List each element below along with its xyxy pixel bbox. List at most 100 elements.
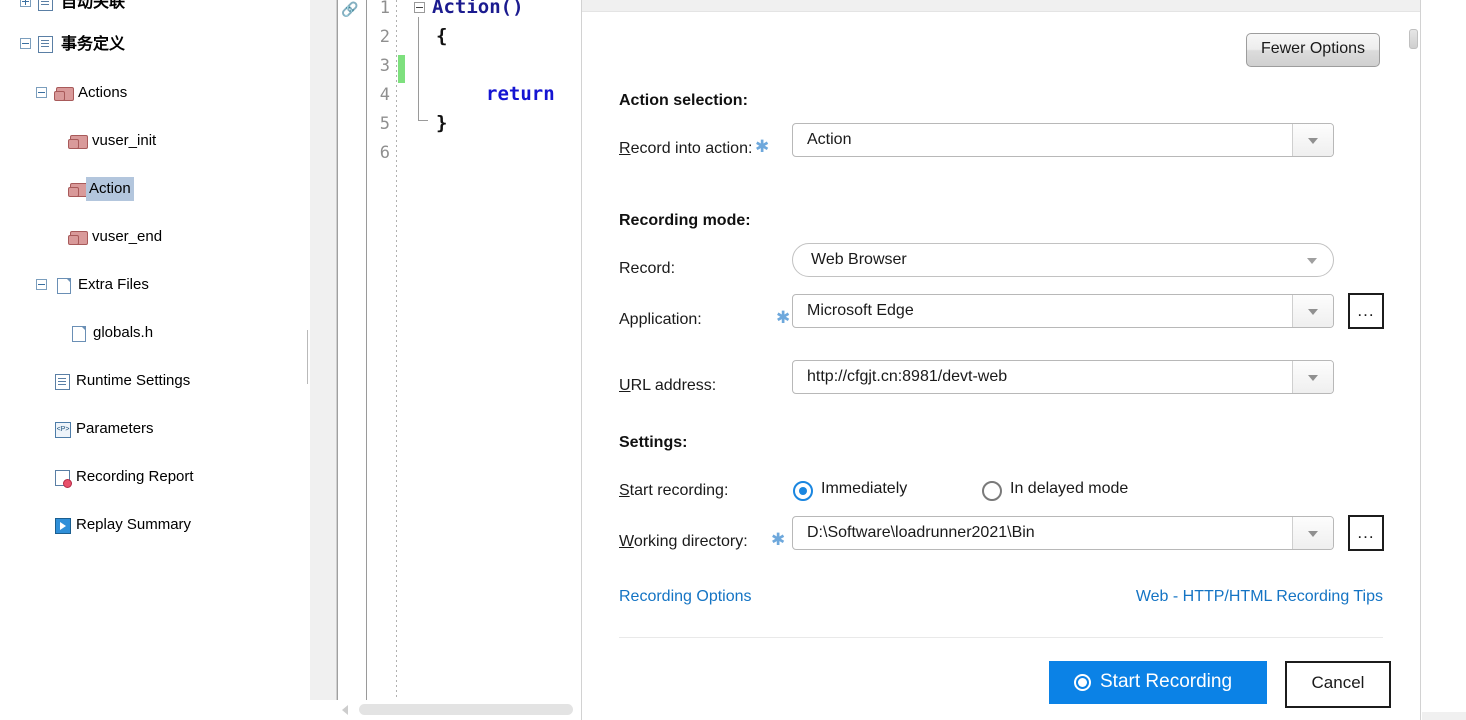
label-record-into-action: Record into action: xyxy=(619,140,753,157)
tree-item-label: 自动关联 xyxy=(61,0,126,11)
tree-item-label: globals.h xyxy=(93,324,154,341)
application-combobox[interactable]: Microsoft Edge xyxy=(792,294,1334,328)
scroll-left-arrow-icon[interactable] xyxy=(342,705,348,715)
line-number: 1 xyxy=(379,0,390,18)
application-browse-button[interactable]: ... xyxy=(1348,293,1384,329)
record-into-action-value: Action xyxy=(807,131,852,148)
tree-item-recording-report[interactable]: Recording Report xyxy=(0,465,308,489)
section-heading-action-selection: Action selection: xyxy=(619,92,748,109)
collapse-toggle-icon[interactable] xyxy=(20,38,31,49)
line-change-marker xyxy=(398,55,405,83)
label-working-directory: Working directory: xyxy=(619,533,748,550)
tree-item-replay-summary[interactable]: Replay Summary xyxy=(0,513,308,537)
tree-item-runtime-settings[interactable]: Runtime Settings xyxy=(0,369,308,393)
label-application: Application: xyxy=(619,311,702,328)
right-outer-area xyxy=(1422,0,1466,720)
start-recording-dialog: Fewer Options Action selection: Record i… xyxy=(581,0,1421,720)
chevron-down-icon[interactable] xyxy=(1292,517,1333,549)
tree-item-label: Action xyxy=(86,177,134,201)
folder-doc-icon xyxy=(57,278,71,294)
collapse-toggle-icon[interactable] xyxy=(36,87,47,98)
tree-item-label: Recording Report xyxy=(76,468,194,485)
action-brick-icon xyxy=(68,135,88,149)
radio-indicator[interactable] xyxy=(982,481,1002,501)
tree-item-extra-files[interactable]: Extra Files xyxy=(0,273,308,297)
dialog-footer-divider xyxy=(619,637,1383,638)
actions-icon xyxy=(54,87,74,101)
radio-label: In delayed mode xyxy=(1010,480,1129,497)
tree-item-globals-h[interactable]: globals.h xyxy=(0,321,308,345)
ellipsis-icon: ... xyxy=(1357,301,1375,320)
code-token-open-brace: { xyxy=(436,25,448,47)
code-fold-line xyxy=(418,17,419,120)
chevron-down-icon[interactable] xyxy=(1292,361,1333,393)
ellipsis-icon: ... xyxy=(1357,523,1375,542)
working-directory-combobox[interactable]: D:\Software\loadrunner2021\Bin xyxy=(792,516,1334,550)
tree-item-label: Parameters xyxy=(76,420,154,437)
window-bottom-strip xyxy=(1422,712,1466,720)
tree-item-actions[interactable]: Actions xyxy=(0,81,308,105)
tree-item-label: Replay Summary xyxy=(76,516,192,533)
script-tree-panel: 自动关联 事务定义 Actions vuser_init Action vuse… xyxy=(0,0,308,720)
recording-report-icon xyxy=(55,470,72,488)
line-number: 5 xyxy=(379,114,390,134)
expand-toggle-icon[interactable] xyxy=(20,0,31,7)
code-fold-end xyxy=(418,120,428,121)
working-directory-browse-button[interactable]: ... xyxy=(1348,515,1384,551)
transaction-icon xyxy=(38,36,53,53)
url-address-value: http://cfgjt.cn:8981/devt-web xyxy=(807,368,1008,385)
record-dot-icon xyxy=(1074,674,1091,691)
tree-item-label: vuser_init xyxy=(92,132,157,149)
url-address-combobox[interactable]: http://cfgjt.cn:8981/devt-web xyxy=(792,360,1334,394)
code-fold-toggle-icon[interactable] xyxy=(414,2,425,13)
application-value: Microsoft Edge xyxy=(807,302,914,319)
recording-options-link[interactable]: Recording Options xyxy=(619,588,752,606)
tree-item-parameters[interactable]: <P> Parameters xyxy=(0,417,308,441)
record-mode-dropdown[interactable]: Web Browser xyxy=(792,243,1334,277)
chevron-down-icon[interactable] xyxy=(1307,258,1317,264)
line-number: 6 xyxy=(379,143,390,163)
tree-item-label: vuser_end xyxy=(92,228,163,245)
required-asterisk: ✱ xyxy=(771,530,786,549)
start-recording-button-label: Start Recording xyxy=(1100,671,1233,692)
header-file-icon xyxy=(72,326,86,342)
parameters-icon: <P> xyxy=(55,422,71,438)
editor-left-gutter xyxy=(310,0,337,700)
tree-item-label: Extra Files xyxy=(78,276,149,293)
section-heading-recording-mode: Recording mode: xyxy=(619,212,751,229)
tree-item-vuser-init[interactable]: vuser_init xyxy=(0,129,308,153)
code-token-return: return xyxy=(486,83,555,105)
record-into-action-combobox[interactable]: Action xyxy=(792,123,1334,157)
editor-horizontal-scrollbar[interactable] xyxy=(337,700,582,720)
tree-item-label: Runtime Settings xyxy=(76,372,191,389)
line-number: 3 xyxy=(379,56,390,76)
gutter-separator xyxy=(366,0,367,700)
tree-item-label: 事务定义 xyxy=(61,34,126,53)
tree-item-label: Actions xyxy=(78,84,128,101)
radio-indicator[interactable] xyxy=(793,481,813,501)
tree-item-auto-correlation[interactable]: 自动关联 xyxy=(0,0,308,14)
collapse-toggle-icon[interactable] xyxy=(36,279,47,290)
dialog-scroll-indicator[interactable] xyxy=(1409,29,1418,49)
start-recording-button[interactable]: Start Recording xyxy=(1049,661,1267,704)
label-start-recording: Start recording: xyxy=(619,482,729,499)
code-editor-panel[interactable]: 🔗 1 2 3 4 5 6 Action() { return } xyxy=(337,0,583,700)
app-root: 自动关联 事务定义 Actions vuser_init Action vuse… xyxy=(0,0,1466,720)
scrollbar-thumb[interactable] xyxy=(359,704,573,715)
recording-tips-link[interactable]: Web - HTTP/HTML Recording Tips xyxy=(1136,588,1383,606)
radio-label: Immediately xyxy=(821,480,908,497)
chevron-down-icon[interactable] xyxy=(1292,124,1333,156)
tree-item-transaction-definition[interactable]: 事务定义 xyxy=(0,32,308,56)
tree-item-vuser-end[interactable]: vuser_end xyxy=(0,225,308,249)
line-number: 2 xyxy=(379,27,390,47)
indent-guide xyxy=(396,0,397,700)
record-mode-value: Web Browser xyxy=(811,251,907,268)
cancel-button[interactable]: Cancel xyxy=(1285,661,1391,708)
tree-item-action[interactable]: Action xyxy=(0,177,308,201)
code-token-function: Action() xyxy=(432,0,524,18)
required-asterisk: ✱ xyxy=(776,308,791,327)
document-icon xyxy=(38,0,53,11)
fewer-options-button[interactable]: Fewer Options xyxy=(1245,33,1380,67)
chevron-down-icon[interactable] xyxy=(1292,295,1333,327)
line-number: 4 xyxy=(379,85,390,105)
